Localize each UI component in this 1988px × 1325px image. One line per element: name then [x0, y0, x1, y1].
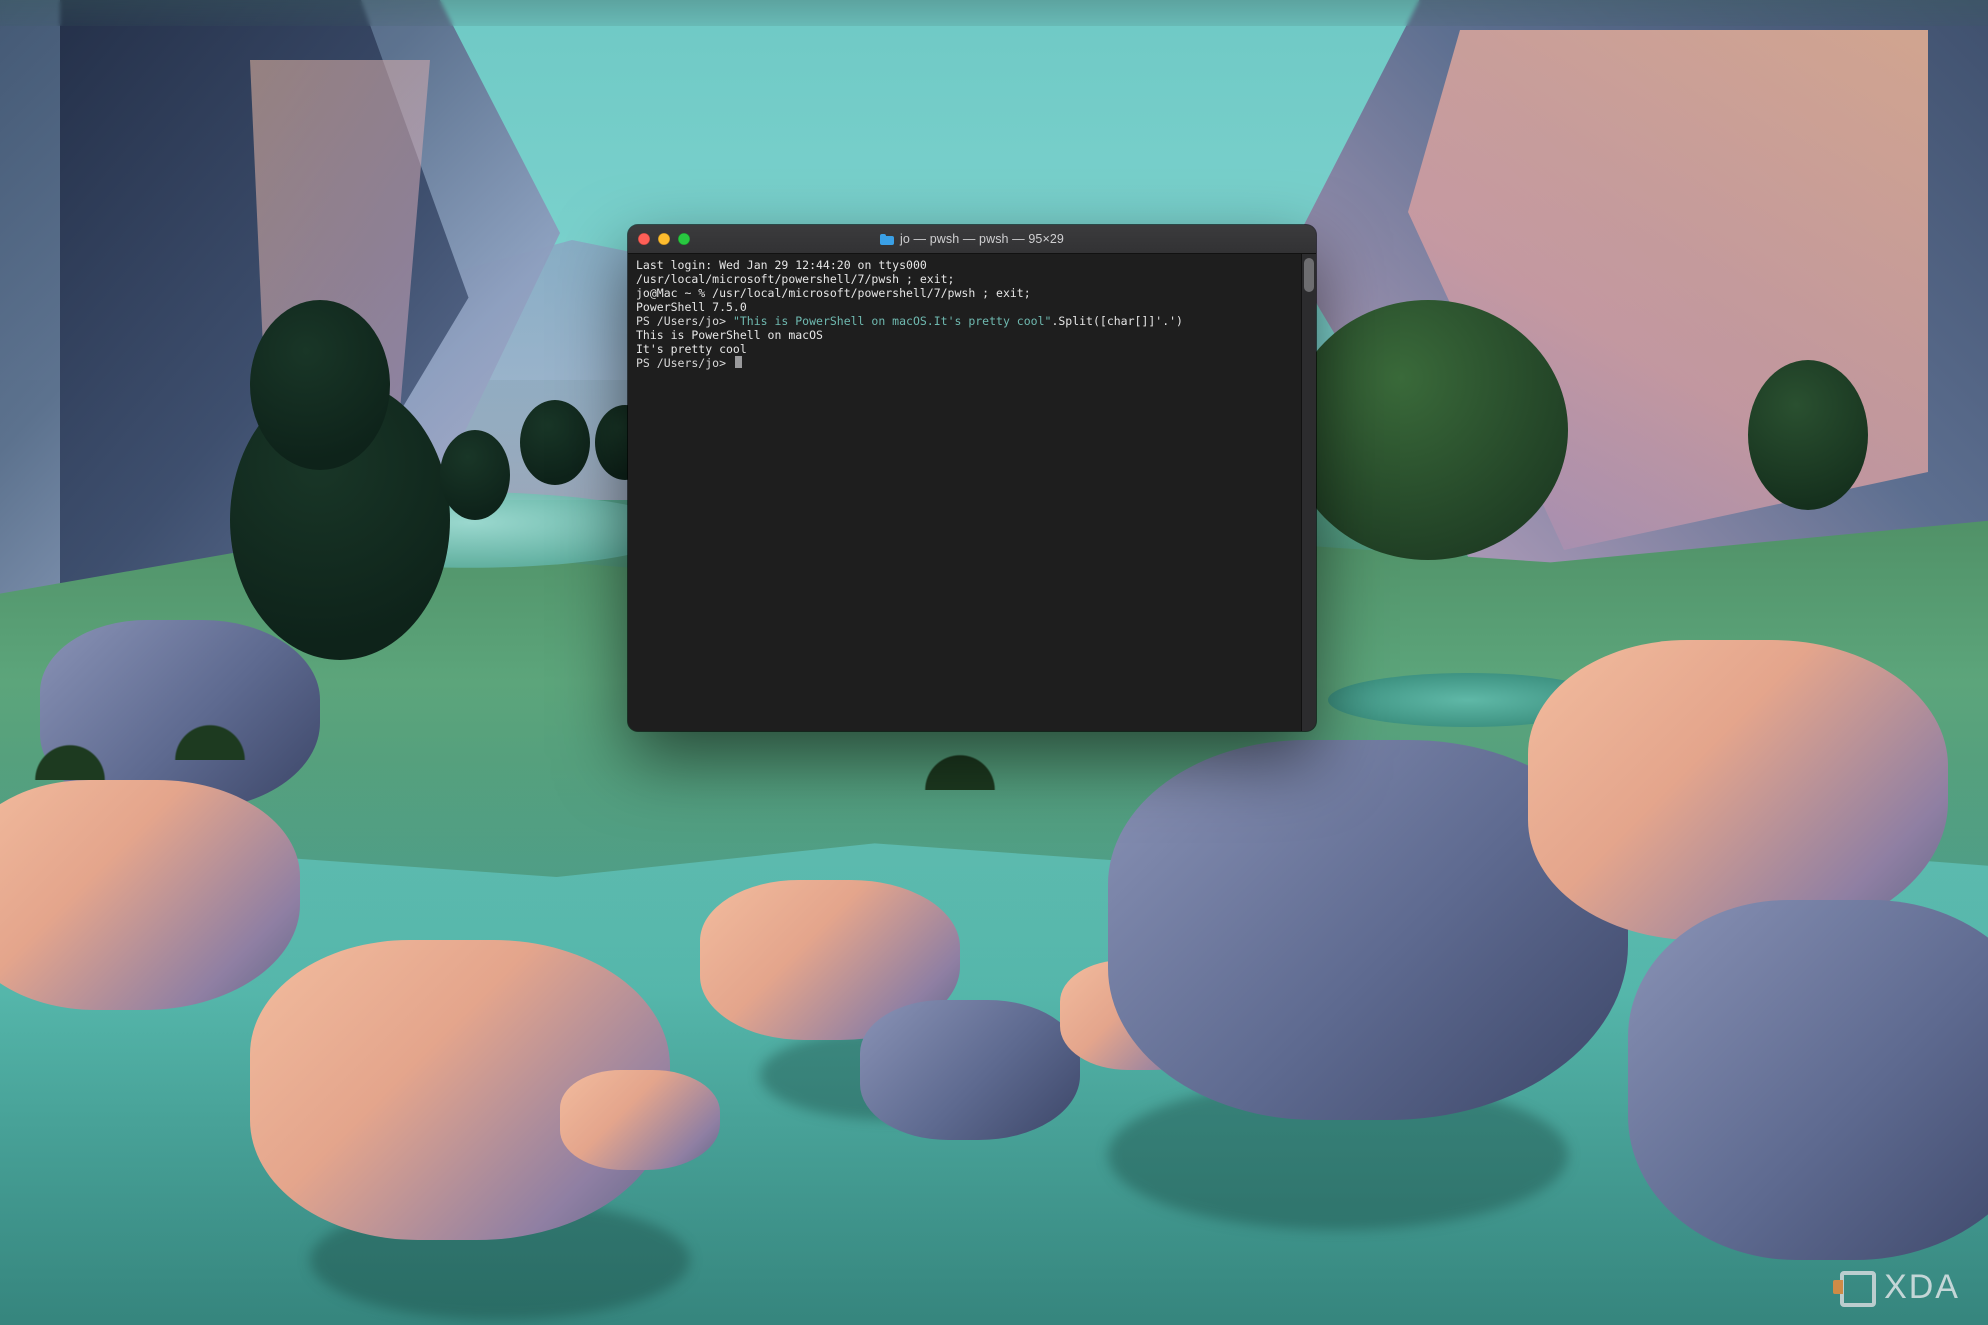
wallpaper-rock: [1528, 640, 1948, 940]
window-title: jo — pwsh — pwsh — 95×29: [628, 232, 1316, 246]
wallpaper-tree: [440, 430, 510, 520]
ps-command-string: "This is PowerShell on macOS.It's pretty…: [733, 314, 1052, 328]
watermark-text: XDA: [1884, 1268, 1960, 1307]
terminal-window[interactable]: jo — pwsh — pwsh — 95×29 Last login: Wed…: [628, 225, 1316, 731]
zoom-button[interactable]: [678, 233, 690, 245]
macos-menubar[interactable]: [0, 0, 1988, 26]
wallpaper-tree: [520, 400, 590, 485]
traffic-lights: [628, 233, 690, 245]
ps-prompt: PS /Users/jo>: [636, 314, 733, 328]
wallpaper-tree: [250, 300, 390, 470]
terminal-line: This is PowerShell on macOS: [636, 328, 823, 342]
wallpaper-tree: [1288, 300, 1568, 560]
scrollbar-track[interactable]: [1301, 254, 1316, 731]
wallpaper-rock: [860, 1000, 1080, 1140]
terminal-body[interactable]: Last login: Wed Jan 29 12:44:20 on ttys0…: [628, 254, 1316, 731]
cursor: [735, 356, 742, 368]
terminal-output[interactable]: Last login: Wed Jan 29 12:44:20 on ttys0…: [636, 258, 1308, 370]
folder-icon: [880, 234, 894, 245]
close-button[interactable]: [638, 233, 650, 245]
terminal-line: PowerShell 7.5.0: [636, 300, 747, 314]
wallpaper-rock: [0, 780, 300, 1010]
wallpaper-grass: [900, 730, 1020, 790]
watermark: XDA: [1840, 1268, 1960, 1307]
terminal-line: Last login: Wed Jan 29 12:44:20 on ttys0…: [636, 258, 927, 272]
terminal-line: jo@Mac ~ % /usr/local/microsoft/powershe…: [636, 286, 1031, 300]
ps-prompt: PS /Users/jo>: [636, 356, 726, 370]
minimize-button[interactable]: [658, 233, 670, 245]
window-title-text: jo — pwsh — pwsh — 95×29: [900, 232, 1064, 246]
ps-command-tail: .Split([char[]]'.'): [1051, 314, 1183, 328]
terminal-line: /usr/local/microsoft/powershell/7/pwsh ;…: [636, 272, 955, 286]
window-titlebar[interactable]: jo — pwsh — pwsh — 95×29: [628, 225, 1316, 254]
wallpaper-grass: [150, 700, 270, 760]
wallpaper-rock: [1628, 900, 1988, 1260]
wallpaper-rock: [560, 1070, 720, 1170]
wallpaper-tree: [1748, 360, 1868, 510]
scrollbar-thumb[interactable]: [1304, 258, 1314, 292]
wallpaper-grass: [10, 720, 130, 780]
xda-logo-icon: [1840, 1271, 1874, 1305]
terminal-line: It's pretty cool: [636, 342, 747, 356]
